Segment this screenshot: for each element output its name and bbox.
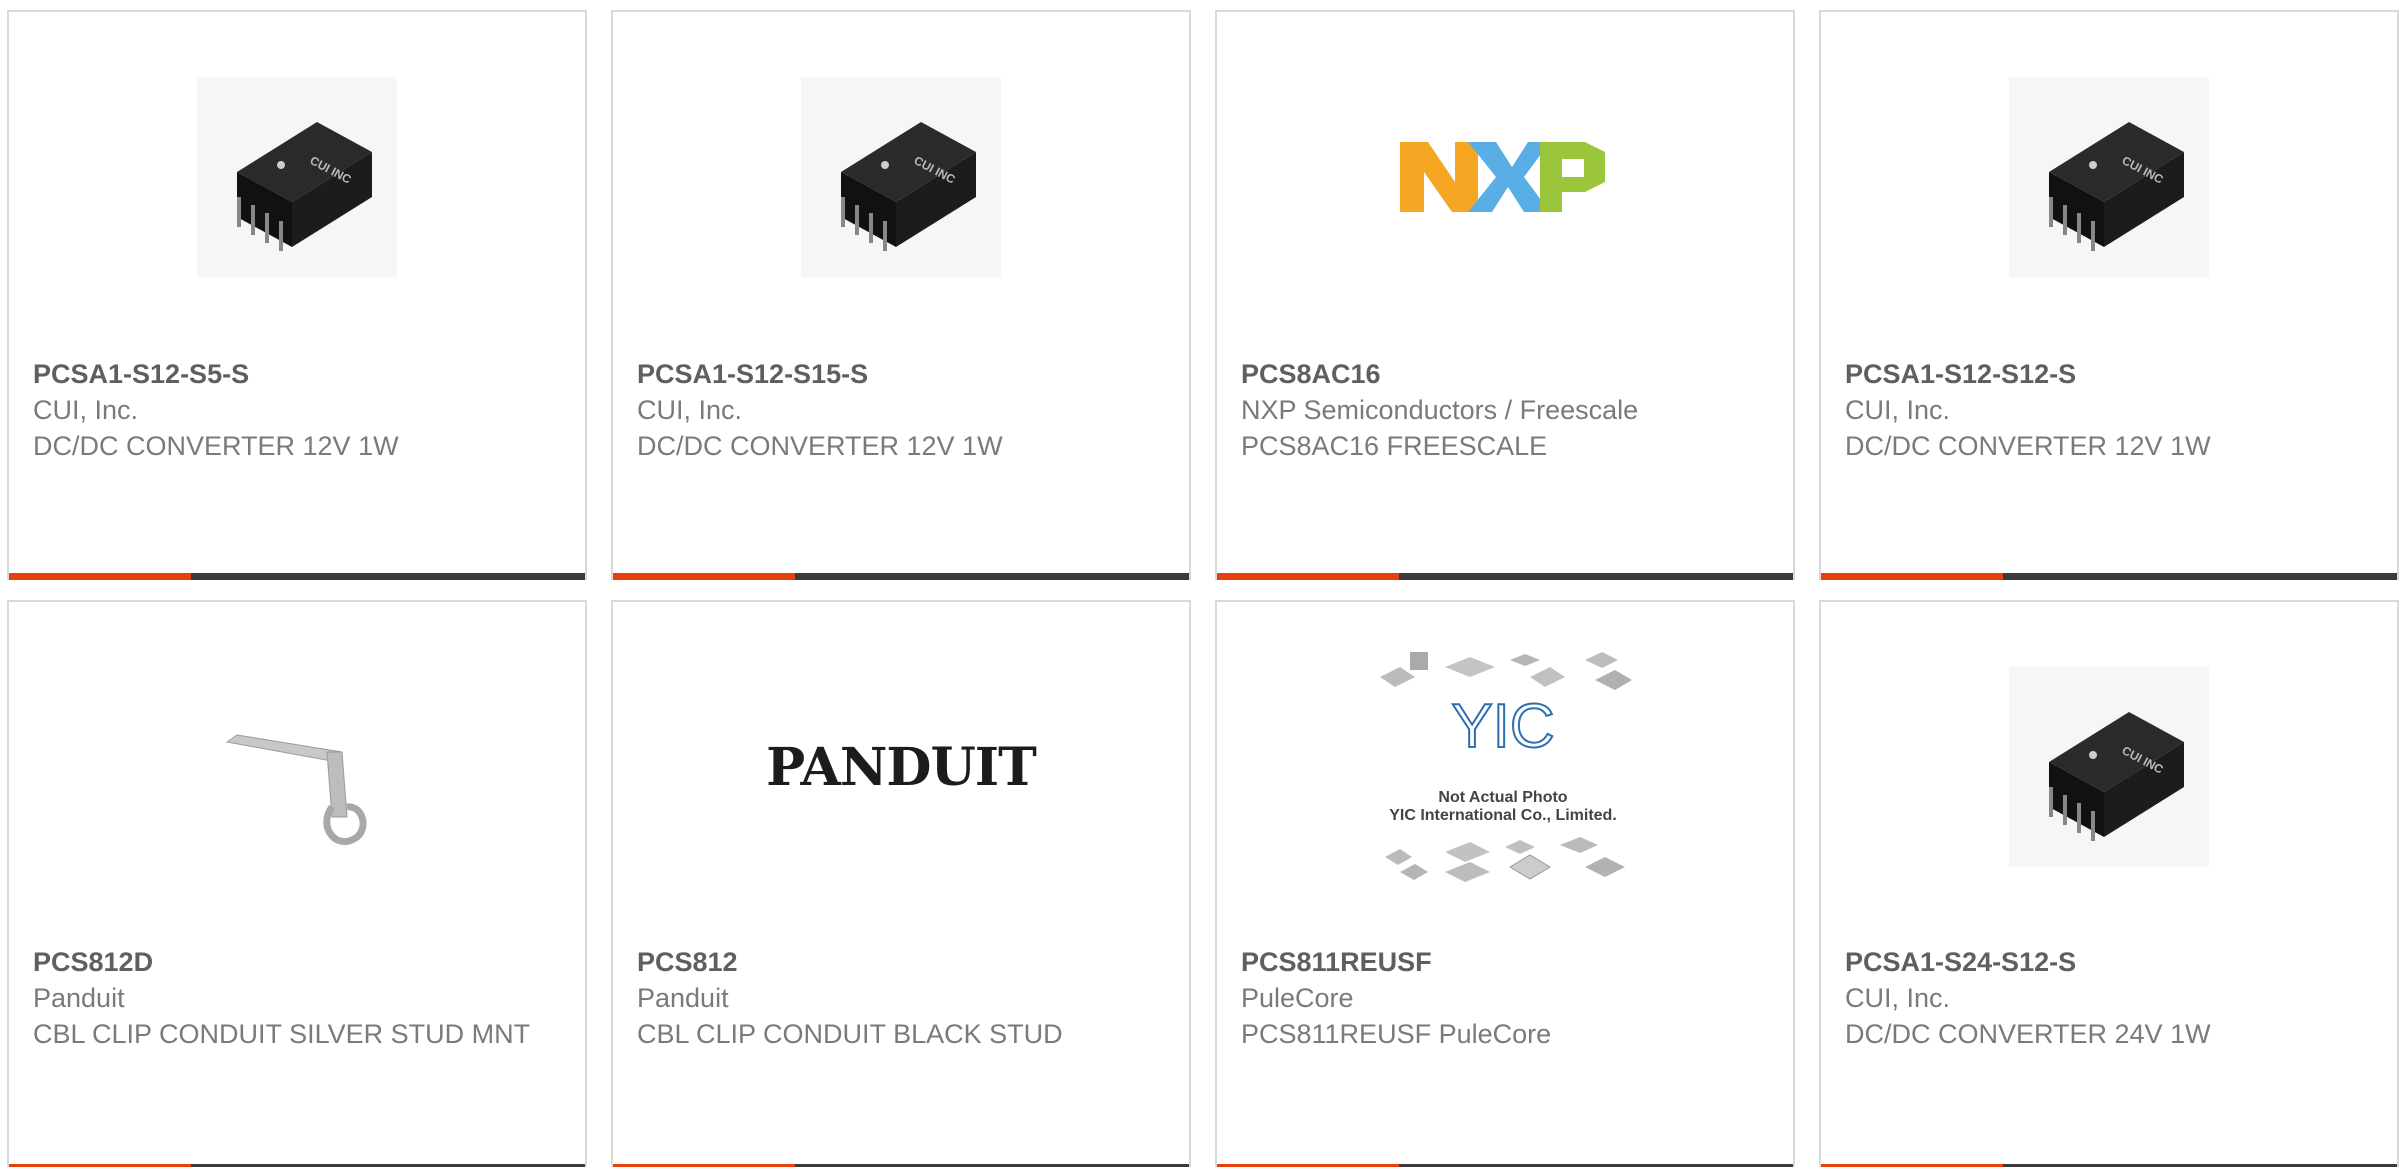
- cui-dc-converter-icon: CUI INC: [197, 77, 397, 277]
- product-card[interactable]: CUI INC PCSA1-S24-S12-S CUI, Inc. DC/DC …: [1819, 600, 2399, 1167]
- product-card[interactable]: PANDUIT PCS812 Panduit CBL CLIP CONDUIT …: [611, 600, 1191, 1167]
- product-card[interactable]: CUI INC PCSA1-S12-S5-S CUI, Inc. DC/DC C…: [7, 10, 587, 580]
- product-text: PCSA1-S12-S5-S CUI, Inc. DC/DC CONVERTER…: [33, 356, 561, 464]
- manufacturer: Panduit: [33, 983, 125, 1013]
- manufacturer: Panduit: [637, 983, 729, 1013]
- cui-dc-converter-icon: CUI INC: [2009, 667, 2209, 867]
- card-accent: [1821, 573, 2003, 580]
- card-bottom-bar: [1821, 573, 2397, 580]
- description: PCS811REUSF PuleCore: [1241, 1019, 1552, 1049]
- description: CBL CLIP CONDUIT SILVER STUD MNT: [33, 1019, 531, 1049]
- card-bottom-bar: [613, 573, 1189, 580]
- part-number[interactable]: PCS8AC16: [1241, 356, 1769, 392]
- product-text: PCSA1-S24-S12-S CUI, Inc. DC/DC CONVERTE…: [1845, 944, 2373, 1052]
- part-number[interactable]: PCS812: [637, 944, 1165, 980]
- description: DC/DC CONVERTER 12V 1W: [1845, 431, 2211, 461]
- description: DC/DC CONVERTER 12V 1W: [637, 431, 1003, 461]
- part-number[interactable]: PCSA1-S24-S12-S: [1845, 944, 2373, 980]
- cui-dc-converter-icon: CUI INC: [801, 77, 1001, 277]
- product-text: PCS811REUSF PuleCore PCS811REUSF PuleCor…: [1241, 944, 1769, 1052]
- product-image[interactable]: CUI INC: [1821, 602, 2397, 932]
- product-image[interactable]: CUI INC: [613, 12, 1189, 342]
- manufacturer: CUI, Inc.: [33, 395, 139, 425]
- product-card[interactable]: PCS812D Panduit CBL CLIP CONDUIT SILVER …: [7, 600, 587, 1167]
- card-accent: [1217, 573, 1399, 580]
- part-number[interactable]: PCSA1-S12-S15-S: [637, 356, 1165, 392]
- manufacturer: CUI, Inc.: [1845, 395, 1951, 425]
- card-bottom-bar: [1217, 573, 1793, 580]
- part-number[interactable]: PCS812D: [33, 944, 561, 980]
- product-text: PCS812D Panduit CBL CLIP CONDUIT SILVER …: [33, 944, 561, 1052]
- manufacturer: CUI, Inc.: [637, 395, 743, 425]
- product-text: PCSA1-S12-S15-S CUI, Inc. DC/DC CONVERTE…: [637, 356, 1165, 464]
- product-image[interactable]: CUI INC: [1821, 12, 2397, 342]
- product-card[interactable]: CUI INC PCSA1-S12-S12-S CUI, Inc. DC/DC …: [1819, 10, 2399, 580]
- description: CBL CLIP CONDUIT BLACK STUD: [637, 1019, 1063, 1049]
- part-number[interactable]: PCS811REUSF: [1241, 944, 1769, 980]
- product-image[interactable]: YIC Not Actual Photo YIC International C…: [1217, 602, 1793, 932]
- product-image[interactable]: [9, 602, 585, 932]
- yic-placeholder-icon: YIC Not Actual Photo YIC International C…: [1380, 652, 1632, 882]
- nxp-logo-icon: [1400, 142, 1605, 212]
- description: PCS8AC16 FREESCALE: [1241, 431, 1548, 461]
- manufacturer: PuleCore: [1241, 983, 1354, 1013]
- cui-dc-converter-icon: CUI INC: [2009, 77, 2209, 277]
- product-text: PCS812 Panduit CBL CLIP CONDUIT BLACK ST…: [637, 944, 1165, 1052]
- product-text: PCSA1-S12-S12-S CUI, Inc. DC/DC CONVERTE…: [1845, 356, 2373, 464]
- product-text: PCS8AC16 NXP Semiconductors / Freescale …: [1241, 356, 1769, 464]
- description: DC/DC CONVERTER 12V 1W: [33, 431, 399, 461]
- panduit-logo-icon: PANDUIT: [766, 736, 1037, 798]
- manufacturer: NXP Semiconductors / Freescale: [1241, 395, 1639, 425]
- manufacturer: CUI, Inc.: [1845, 983, 1951, 1013]
- card-accent: [9, 573, 191, 580]
- card-bottom-bar: [9, 573, 585, 580]
- card-accent: [613, 573, 795, 580]
- product-image[interactable]: [1217, 12, 1793, 342]
- product-grid: CUI INC PCSA1-S12-S5-S CUI, Inc. DC/DC C…: [0, 0, 2400, 1167]
- product-card[interactable]: CUI INC PCSA1-S12-S15-S CUI, Inc. DC/DC …: [611, 10, 1191, 580]
- part-number[interactable]: PCSA1-S12-S12-S: [1845, 356, 2373, 392]
- description: DC/DC CONVERTER 24V 1W: [1845, 1019, 2211, 1049]
- part-number[interactable]: PCSA1-S12-S5-S: [33, 356, 561, 392]
- product-image[interactable]: CUI INC: [9, 12, 585, 342]
- product-image[interactable]: PANDUIT: [613, 602, 1189, 932]
- svg-text:YIC International Co., Limited: YIC International Co., Limited.: [1389, 807, 1617, 824]
- conduit-clip-icon: [225, 734, 367, 846]
- product-card[interactable]: PCS8AC16 NXP Semiconductors / Freescale …: [1215, 10, 1795, 580]
- svg-text:YIC: YIC: [1451, 692, 1554, 761]
- product-card[interactable]: YIC Not Actual Photo YIC International C…: [1215, 600, 1795, 1167]
- svg-text:Not Actual Photo: Not Actual Photo: [1438, 789, 1567, 806]
